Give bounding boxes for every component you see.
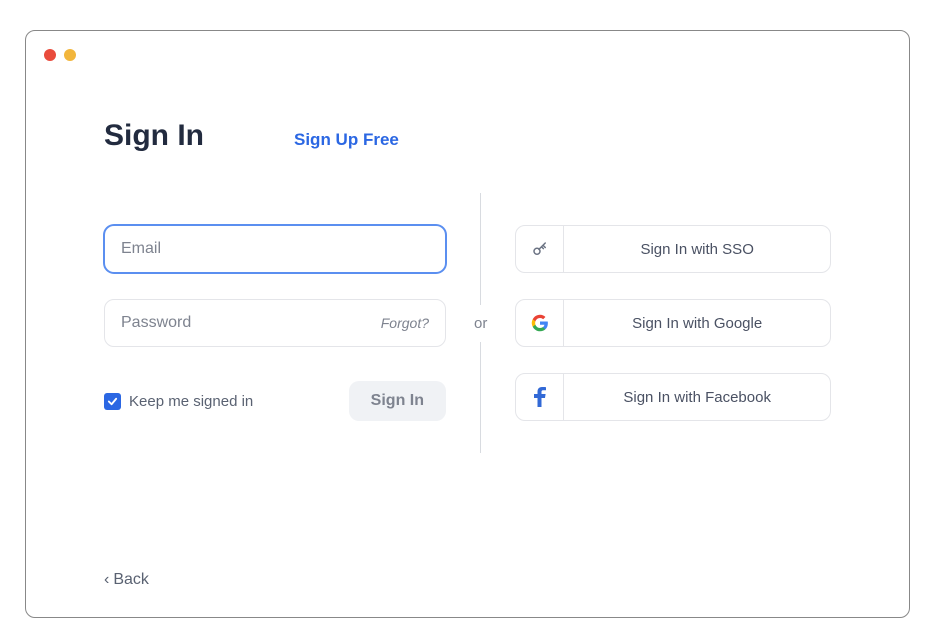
checkbox-checked-icon xyxy=(104,393,121,410)
back-label: Back xyxy=(113,571,149,589)
keep-signed-in-label: Keep me signed in xyxy=(129,393,253,410)
email-input[interactable] xyxy=(121,240,429,258)
google-button-label: Sign In with Google xyxy=(564,315,830,332)
form-area: Forgot? Keep me signed in Sign In or xyxy=(104,193,831,453)
signin-window: Sign In Sign Up Free Forgot? Kee xyxy=(25,30,910,618)
signin-submit-button[interactable]: Sign In xyxy=(349,381,446,421)
divider-line-icon xyxy=(480,193,481,305)
keep-signed-in-checkbox[interactable]: Keep me signed in xyxy=(104,393,253,410)
content-area: Sign In Sign Up Free Forgot? Kee xyxy=(44,49,891,599)
signup-free-link[interactable]: Sign Up Free xyxy=(294,130,399,150)
back-button[interactable]: ‹ Back xyxy=(104,571,149,589)
facebook-signin-button[interactable]: Sign In with Facebook xyxy=(515,373,831,421)
facebook-icon xyxy=(516,374,564,420)
credentials-column: Forgot? Keep me signed in Sign In xyxy=(104,225,446,421)
or-label: or xyxy=(474,315,487,332)
auth-tabs: Sign In Sign Up Free xyxy=(104,119,831,153)
forgot-password-link[interactable]: Forgot? xyxy=(381,315,429,331)
google-signin-button[interactable]: Sign In with Google xyxy=(515,299,831,347)
divider-line-icon xyxy=(480,342,481,454)
oauth-column: Sign In with SSO Sign In with Google xyxy=(515,225,831,421)
password-input[interactable] xyxy=(121,314,381,332)
signin-tab[interactable]: Sign In xyxy=(104,119,204,153)
google-icon xyxy=(516,300,564,346)
form-actions-row: Keep me signed in Sign In xyxy=(104,381,446,421)
divider-column: or xyxy=(474,193,487,453)
password-field-wrap[interactable]: Forgot? xyxy=(104,299,446,347)
close-window-button[interactable] xyxy=(44,49,56,61)
sso-button-label: Sign In with SSO xyxy=(564,241,830,258)
facebook-button-label: Sign In with Facebook xyxy=(564,389,830,406)
sso-signin-button[interactable]: Sign In with SSO xyxy=(515,225,831,273)
window-controls xyxy=(44,49,76,61)
key-icon xyxy=(516,226,564,272)
email-field-wrap[interactable] xyxy=(104,225,446,273)
minimize-window-button[interactable] xyxy=(64,49,76,61)
chevron-left-icon: ‹ xyxy=(104,571,109,589)
